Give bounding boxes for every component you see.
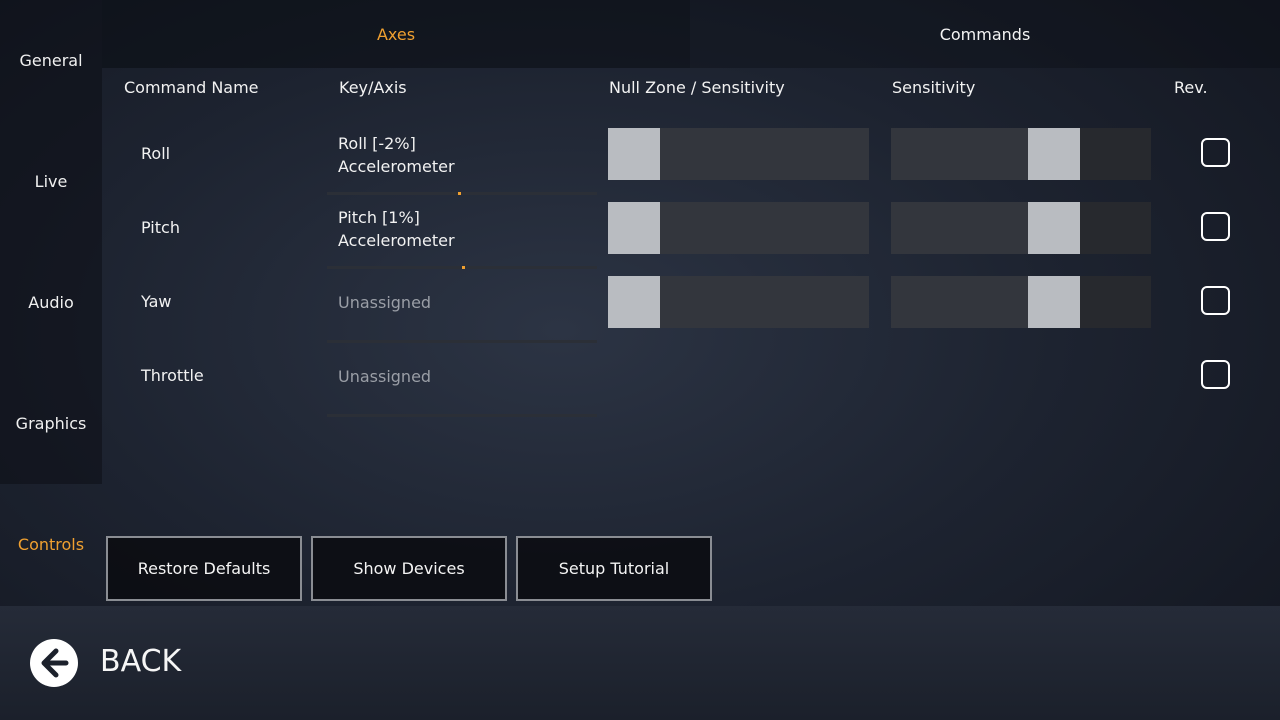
- key-axis-yaw-binding: Unassigned: [338, 293, 432, 312]
- command-name-pitch: Pitch: [141, 218, 180, 237]
- sidebar-item-controls[interactable]: Controls: [0, 535, 102, 554]
- column-header-reverse: Rev.: [1174, 78, 1208, 97]
- command-name-throttle: Throttle: [141, 366, 204, 385]
- reverse-checkbox-pitch[interactable]: [1201, 212, 1230, 241]
- key-axis-throttle[interactable]: Unassigned: [338, 365, 431, 388]
- column-header-key-axis: Key/Axis: [339, 78, 407, 97]
- slider-handle[interactable]: [608, 276, 660, 328]
- reverse-checkbox-roll[interactable]: [1201, 138, 1230, 167]
- axis-indicator-throttle: [327, 414, 597, 417]
- slider-track-remainder: [1080, 202, 1151, 254]
- axis-indicator-yaw: [327, 340, 597, 343]
- sensitivity-slider-roll[interactable]: [891, 128, 1151, 180]
- key-axis-roll[interactable]: Roll [-2%] Accelerometer: [338, 132, 455, 178]
- sidebar-item-graphics[interactable]: Graphics: [0, 414, 102, 433]
- sidebar-item-audio[interactable]: Audio: [0, 293, 102, 312]
- slider-track-remainder: [660, 276, 869, 328]
- footer-bar: [0, 606, 1280, 720]
- sidebar-item-general[interactable]: General: [0, 51, 102, 70]
- tab-axes[interactable]: Axes: [102, 0, 690, 68]
- axis-indicator-marker: [458, 192, 461, 195]
- restore-defaults-button[interactable]: Restore Defaults: [106, 536, 302, 601]
- settings-sidebar: [0, 0, 102, 484]
- slider-track-remainder: [1080, 276, 1151, 328]
- key-axis-roll-binding: Roll [-2%]: [338, 134, 416, 153]
- setup-tutorial-button[interactable]: Setup Tutorial: [516, 536, 712, 601]
- axis-indicator-roll: [327, 192, 597, 195]
- slider-handle[interactable]: [608, 128, 660, 180]
- axis-indicator-marker: [462, 266, 465, 269]
- slider-handle[interactable]: [608, 202, 660, 254]
- key-axis-roll-device: Accelerometer: [338, 157, 455, 176]
- tab-axes-label: Axes: [376, 24, 416, 44]
- axis-indicator-pitch: [327, 266, 597, 269]
- back-button-label[interactable]: BACK: [100, 644, 181, 679]
- restore-defaults-label: Restore Defaults: [137, 559, 271, 578]
- column-header-null-zone: Null Zone / Sensitivity: [609, 78, 785, 97]
- slider-handle[interactable]: [1028, 202, 1080, 254]
- slider-track-remainder: [1080, 128, 1151, 180]
- slider-track-remainder: [660, 128, 869, 180]
- key-axis-throttle-binding: Unassigned: [338, 367, 432, 386]
- sensitivity-slider-yaw[interactable]: [891, 276, 1151, 328]
- key-axis-pitch-device: Accelerometer: [338, 231, 455, 250]
- arrow-left-circle-icon[interactable]: [30, 639, 78, 687]
- command-name-yaw: Yaw: [141, 292, 172, 311]
- command-name-roll: Roll: [141, 144, 171, 163]
- tab-commands-label: Commands: [939, 24, 1031, 44]
- reverse-checkbox-throttle[interactable]: [1201, 360, 1230, 389]
- tab-commands[interactable]: Commands: [690, 0, 1280, 68]
- null-zone-slider-pitch[interactable]: [608, 202, 869, 254]
- slider-track-remainder: [660, 202, 869, 254]
- column-header-sensitivity: Sensitivity: [892, 78, 976, 97]
- column-header-command-name: Command Name: [124, 78, 259, 97]
- sidebar-item-live[interactable]: Live: [0, 172, 102, 191]
- reverse-checkbox-yaw[interactable]: [1201, 286, 1230, 315]
- null-zone-slider-roll[interactable]: [608, 128, 869, 180]
- null-zone-slider-yaw[interactable]: [608, 276, 869, 328]
- key-axis-yaw[interactable]: Unassigned: [338, 291, 431, 314]
- key-axis-pitch-binding: Pitch [1%]: [338, 208, 420, 227]
- key-axis-pitch[interactable]: Pitch [1%] Accelerometer: [338, 206, 455, 252]
- slider-handle[interactable]: [1028, 276, 1080, 328]
- show-devices-button[interactable]: Show Devices: [311, 536, 507, 601]
- setup-tutorial-label: Setup Tutorial: [558, 559, 670, 578]
- sensitivity-slider-pitch[interactable]: [891, 202, 1151, 254]
- slider-handle[interactable]: [1028, 128, 1080, 180]
- show-devices-label: Show Devices: [353, 559, 465, 578]
